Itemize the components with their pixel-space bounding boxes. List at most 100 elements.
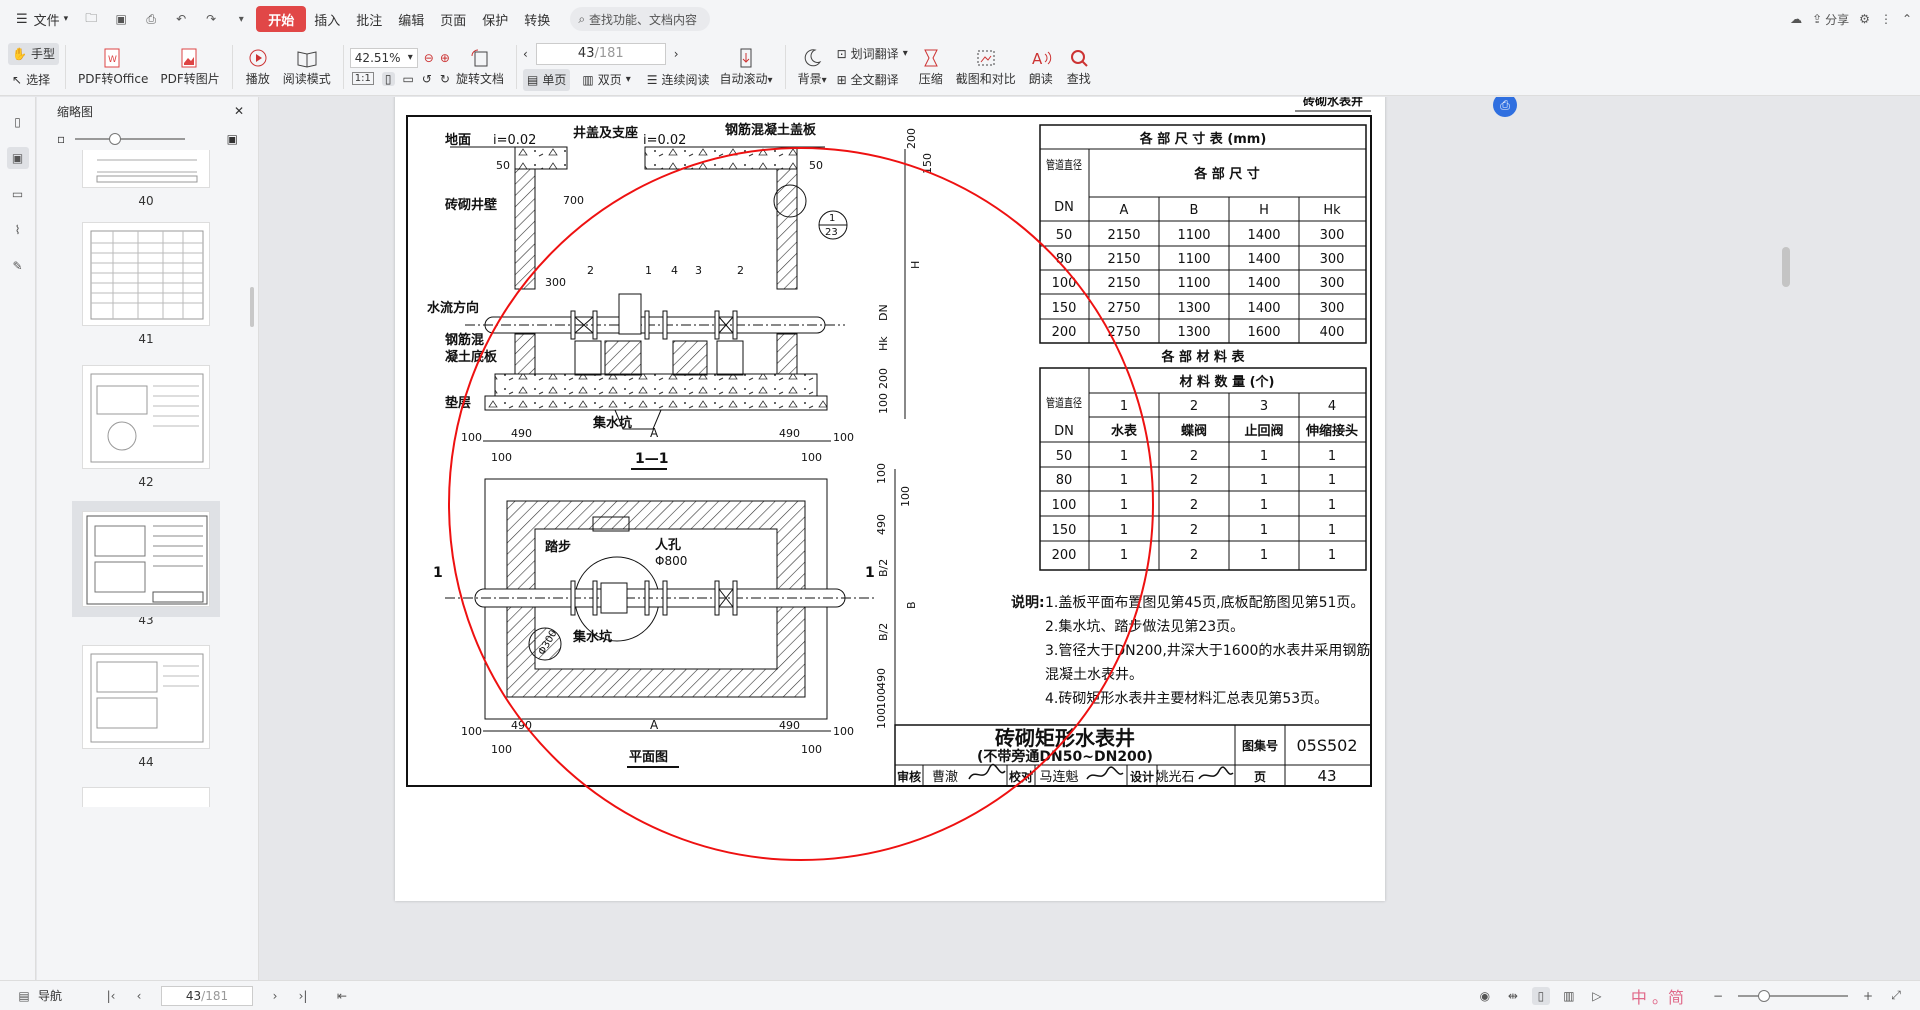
thumbnail-scrollbar[interactable] <box>250 287 254 327</box>
prev-page-icon[interactable]: ‹ <box>130 987 148 1005</box>
exit-icon[interactable]: ⇤ <box>333 987 351 1005</box>
thumbnail-page-45[interactable] <box>82 787 210 807</box>
find-button[interactable]: 查找 <box>1060 40 1098 94</box>
first-page-icon[interactable]: |‹ <box>102 987 120 1005</box>
wall-right-upper <box>776 168 798 290</box>
single-page-icon[interactable]: ▯ <box>1531 986 1550 1005</box>
zoom-out-icon[interactable]: − <box>1709 987 1727 1005</box>
mat-row-100: 100 1 2 1 1 <box>1052 498 1337 513</box>
actual-size-icon[interactable]: 1:1 <box>351 72 374 85</box>
thumbnail-page-44[interactable]: 44 <box>82 645 210 769</box>
thumbnail-page-43[interactable]: 43 <box>72 501 220 627</box>
fullscreen-icon[interactable]: ⤢ <box>1887 987 1905 1005</box>
screenshot-compare-button[interactable]: 截图和对比 <box>950 40 1022 94</box>
thumbnail-size-slider[interactable]: ▫ ▣ <box>37 125 258 153</box>
rotate-left-icon[interactable]: ↺ <box>422 72 432 86</box>
slider-knob[interactable] <box>109 133 122 145</box>
zoom-select[interactable]: 42.51% ▾ <box>349 47 418 68</box>
left-icon-bar: ▯ ▣ ▭ ⌇ ✎ <box>0 97 36 980</box>
fit-width-icon[interactable]: ⇹ <box>1504 987 1522 1005</box>
continuous-read-button[interactable]: ☰ 连续阅读 <box>643 69 714 91</box>
tab-convert[interactable]: 转换 <box>516 6 558 32</box>
play-button[interactable]: 播放 <box>239 40 277 94</box>
redo-icon[interactable]: ↷ <box>202 10 220 28</box>
auto-scroll-button[interactable]: 自动滚动▾ <box>714 40 779 94</box>
pdf-to-image-button[interactable]: PDF转图片 <box>154 40 225 94</box>
assistant-float-button[interactable]: ⎙ <box>1493 97 1517 117</box>
ime-indicator[interactable]: 中 。简 <box>1631 984 1684 1008</box>
zoom-out-icon[interactable]: ⊖ <box>424 51 434 65</box>
page-number-input[interactable]: 43/181 <box>535 42 666 65</box>
title-right-tools: ☁ ⇪ 分享 ⚙ ⋮ ⌃ <box>1790 11 1912 28</box>
cloud-sync-icon[interactable]: ☁ <box>1790 12 1802 26</box>
rotate-doc-button[interactable]: 旋转文档 <box>450 40 510 94</box>
tab-comment[interactable]: 批注 <box>348 6 390 32</box>
undo-icon[interactable]: ↶ <box>172 10 190 28</box>
play-icon[interactable]: ▷ <box>1588 987 1606 1005</box>
select-tool-button[interactable]: ↖ 选择 <box>8 69 59 91</box>
double-page-button[interactable]: ▥ 双页 ▾ <box>578 69 634 91</box>
slider-track[interactable] <box>75 133 186 145</box>
thumbnail-icon[interactable]: ▣ <box>6 147 29 169</box>
search-input[interactable]: ⌕ 查找功能、文档内容 <box>570 7 711 31</box>
thumbnail-page-40[interactable]: 40 <box>82 150 210 208</box>
prev-page-icon[interactable]: ‹ <box>523 47 528 61</box>
bookmark-icon[interactable]: ▯ <box>7 111 29 133</box>
share-button[interactable]: ⇪ 分享 <box>1812 11 1849 28</box>
read-mode-button[interactable]: 阅读模式 <box>277 40 337 94</box>
zoom-in-icon[interactable]: ⊕ <box>440 51 450 65</box>
fit-width-icon[interactable]: ▭ <box>403 72 414 86</box>
search-icon <box>1066 46 1092 70</box>
document-viewer[interactable]: 砖砌水表井 地面 i=0.02 i=0.02 井盖及支座 钢筋混凝土盖板 砖砌井… <box>260 97 1920 980</box>
settings-icon[interactable]: ⚙ <box>1859 12 1870 26</box>
background-label: 背景 <box>797 72 822 86</box>
thumbnail-page-42[interactable]: 42 <box>82 365 210 489</box>
single-page-button[interactable]: ▤ 单页 <box>522 68 571 91</box>
print-icon[interactable]: ⎙ <box>142 10 160 28</box>
last-page-icon[interactable]: ›| <box>294 987 312 1005</box>
collapse-ribbon-icon[interactable]: ⌃ <box>1902 12 1912 26</box>
status-page-input[interactable]: 43/181 <box>161 985 254 1006</box>
background-button[interactable]: 背景▾ <box>792 40 833 94</box>
cell: 200 <box>1052 325 1077 340</box>
rotate-right-icon[interactable]: ↻ <box>440 72 450 86</box>
zoom-slider-knob[interactable] <box>1758 989 1770 1002</box>
tab-insert[interactable]: 插入 <box>306 6 348 32</box>
word-translate-button[interactable]: ⊡ 划词翻译 ▾ <box>833 43 912 65</box>
navigation-icon[interactable]: ▤ <box>15 987 33 1005</box>
zoom-in-icon[interactable]: + <box>1859 987 1877 1005</box>
pdf-to-office-button[interactable]: W PDF转Office <box>72 40 154 94</box>
next-page-icon[interactable]: › <box>266 987 284 1005</box>
tab-protect[interactable]: 保护 <box>474 6 516 32</box>
chevron-down-icon[interactable]: ▾ <box>232 10 250 28</box>
navigation-label[interactable]: 导航 <box>38 987 62 1004</box>
zoom-slider[interactable] <box>1738 989 1848 1002</box>
more-icon[interactable]: ⋮ <box>1880 12 1892 26</box>
comment-icon[interactable]: ▭ <box>7 183 29 205</box>
tab-label: 开始 <box>268 13 295 29</box>
hand-tool-button[interactable]: ✋ 手型 <box>8 42 59 65</box>
tab-start[interactable]: 开始 <box>256 6 307 32</box>
cell: 300 <box>1320 228 1345 243</box>
ribbon-toolbar: ✋ 手型 ↖ 选择 W PDF转Office PDF转图片 播放 阅读模式 42.5… <box>0 38 1920 96</box>
save-icon[interactable]: ▣ <box>112 10 130 28</box>
label-manhole-dia: Φ800 <box>655 554 687 568</box>
open-folder-icon[interactable]: 🗀 <box>82 10 100 28</box>
fit-page-icon[interactable]: ▯ <box>381 71 395 86</box>
file-menu[interactable]: ☰ 文件 ▾ <box>8 6 76 32</box>
signature-icon[interactable]: ✎ <box>7 255 29 277</box>
eye-icon[interactable]: ◉ <box>1476 987 1494 1005</box>
full-translate-button[interactable]: ⊞ 全文翻译 <box>833 69 912 91</box>
tab-page[interactable]: 页面 <box>432 6 474 32</box>
read-aloud-button[interactable]: A 朗读 <box>1022 40 1060 94</box>
tab-edit[interactable]: 编辑 <box>390 6 432 32</box>
next-page-icon[interactable]: › <box>674 47 679 61</box>
close-icon[interactable]: ✕ <box>234 104 244 118</box>
mat-num-4: 4 <box>1328 399 1336 414</box>
attachment-icon[interactable]: ⌇ <box>7 219 29 241</box>
viewer-scrollbar[interactable] <box>1782 247 1790 287</box>
thumbnail-page-41[interactable]: 41 <box>82 222 210 346</box>
compress-button[interactable]: 压缩 <box>912 40 950 94</box>
dim-row-100: 100 2150 1100 1400 300 <box>1052 276 1345 291</box>
double-page-icon[interactable]: ▥ <box>1560 987 1578 1005</box>
